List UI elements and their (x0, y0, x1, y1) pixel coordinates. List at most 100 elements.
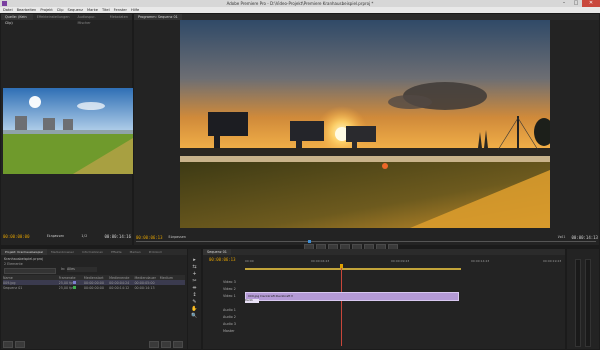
source-timecode-duration: 00:00:14:16 (104, 233, 131, 239)
project-table-header: Name Framerate Medienstart Medienende Me… (3, 275, 185, 280)
col-name[interactable]: Name (3, 276, 59, 280)
search-scope-select[interactable]: Alles (67, 267, 97, 272)
table-row[interactable]: Sequenz 01 25,00 fps 00:00:00:00 00:00:1… (3, 285, 185, 290)
tab-media-browser[interactable]: Medienbrowser (47, 249, 78, 255)
track-audio-3[interactable]: Audio 3 (203, 321, 236, 327)
menu-clip[interactable]: Clip (57, 8, 64, 12)
program-timecode-duration: 00:00:14:13 (571, 234, 598, 240)
row-end: 00:00:14:12 (109, 285, 130, 290)
track-video-1[interactable]: Video 1 (203, 293, 236, 299)
selection-tool-icon[interactable]: ▸ (193, 257, 196, 264)
tab-source[interactable]: Quelle: (Kein Clip) (1, 14, 33, 25)
razor-tool-icon[interactable]: ✂ (192, 278, 196, 285)
menu-sequence[interactable]: Sequenz (68, 8, 83, 12)
timeline-timecode[interactable]: 00:00:06:13 (209, 257, 236, 262)
menu-file[interactable]: Datei (3, 8, 13, 12)
new-bin-button[interactable] (149, 340, 159, 348)
col-media-start[interactable]: Medienstart (84, 276, 109, 280)
menu-edit[interactable]: Bearbeiten (17, 8, 37, 12)
hand-tool-icon[interactable]: ✋ (191, 306, 197, 313)
project-filename: Kranhausbeispiel.prproj (4, 257, 44, 261)
ruler-tick-label: 00:00:19:23 (543, 259, 562, 263)
icon-view-button[interactable] (15, 340, 25, 348)
program-preview-image (180, 20, 550, 228)
row-rate: 25,00 fps (58, 280, 75, 285)
tab-sequence-01[interactable]: Sequenz 01 (203, 249, 231, 255)
tab-history[interactable]: Protokoll (145, 249, 166, 255)
menu-project[interactable]: Projekt (40, 8, 52, 12)
program-timecode-bar: 00:00:06:13 Einpassen Voll 00:00:14:13 (136, 234, 598, 240)
menu-title[interactable]: Titel (102, 8, 110, 12)
list-view-button[interactable] (3, 340, 13, 348)
ruler-tick-label: 00:00:14:23 (471, 259, 490, 263)
tab-audio-mixer[interactable]: Audiospur-Mischer (73, 14, 105, 25)
audio-meter-left (575, 259, 581, 347)
row-name: 009.jpg (3, 280, 16, 285)
tab-effect-controls[interactable]: Effekteinstellungen (33, 14, 74, 20)
program-resolution-select[interactable]: Voll (558, 235, 566, 239)
track-master[interactable]: Master (203, 328, 235, 334)
pen-tool-icon[interactable]: ✎ (192, 299, 196, 306)
source-fit-select[interactable]: Einpassen (47, 234, 64, 238)
clip-label-color (73, 281, 76, 284)
project-search-input[interactable] (4, 268, 56, 274)
table-row[interactable]: 009.jpg 25,00 fps 00:00:00:00 00:00:04:2… (3, 280, 185, 285)
menu-help[interactable]: Hilfe (131, 8, 139, 12)
row-rate: 25,00 fps (58, 285, 75, 290)
close-button[interactable]: ✕ (582, 0, 600, 7)
playhead-line (341, 268, 342, 346)
tab-metadata[interactable]: Metadaten (106, 14, 132, 20)
track-select-tool-icon[interactable]: ⇆ (192, 264, 196, 271)
program-playhead[interactable] (308, 240, 311, 243)
project-panel: Projekt: Kranhausbeispiel Medienbrowser … (1, 249, 187, 349)
col-media-end[interactable]: Medienende (109, 276, 134, 280)
row-start: 00:00:00:00 (83, 285, 105, 290)
tab-project[interactable]: Projekt: Kranhausbeispiel (1, 249, 48, 255)
source-resolution-select[interactable]: 1/2 (81, 234, 87, 238)
track-video-3[interactable]: Video 3 (203, 279, 236, 285)
work-area-bar[interactable] (245, 268, 461, 270)
zoom-tool-icon[interactable]: 🔍 (191, 313, 197, 320)
menu-marker[interactable]: Marke (87, 8, 98, 12)
audio-meter-right (585, 259, 591, 347)
menu-window[interactable]: Fenster (114, 8, 127, 12)
track-audio-2[interactable]: Audio 2 (203, 314, 236, 320)
program-fit-select[interactable]: Einpassen (169, 235, 186, 239)
track-video-2[interactable]: Video 2 (203, 286, 236, 292)
window-title: Adobe Premiere Pro - D:\Video-Projekt\Pr… (226, 1, 374, 6)
track-audio-1[interactable]: Audio 1 (203, 307, 236, 313)
project-bottom-toolbar (3, 340, 185, 348)
ruler-tick-label: 00:00 (245, 259, 254, 263)
source-preview-image (3, 88, 133, 174)
slip-tool-icon[interactable]: ⇹ (192, 285, 196, 292)
tab-info[interactable]: Informationen (78, 249, 107, 255)
new-item-button[interactable] (161, 340, 171, 348)
search-scope-label: In: (61, 267, 66, 271)
slide-tool-icon[interactable]: ↕ (192, 292, 196, 299)
maximize-button[interactable]: □ (570, 0, 582, 7)
tab-markers[interactable]: Marken (126, 249, 145, 255)
delete-button[interactable] (173, 340, 183, 348)
project-panel-tabs: Projekt: Kranhausbeispiel Medienbrowser … (1, 249, 187, 255)
tab-effects[interactable]: Effekte (107, 249, 126, 255)
ripple-edit-tool-icon[interactable]: + (192, 271, 196, 278)
time-ruler[interactable]: 00:00 00:00:04:23 00:00:09:23 00:00:14:2… (243, 259, 563, 264)
col-media[interactable]: Medium (160, 276, 185, 280)
minimize-button[interactable]: – (558, 0, 570, 7)
program-monitor-panel: Programm: Sequenz 01 00:00:06:13 Einpass… (134, 14, 599, 251)
video-clip-009[interactable]: 009.jpg Deckkraft:Deckkraft ▾ (245, 292, 459, 301)
col-media-duration[interactable]: Mediendauer (134, 276, 159, 280)
source-timecode-current[interactable]: 00:00:00:00 (3, 234, 30, 239)
row-name: Sequenz 01 (3, 285, 23, 290)
audio-meters-panel (567, 249, 599, 349)
row-start: 00:00:00:00 (83, 280, 105, 285)
program-timecode-current[interactable]: 00:00:06:13 (136, 235, 163, 240)
tab-program[interactable]: Programm: Sequenz 01 (134, 14, 182, 20)
tools-panel: ▸ ⇆ + ✂ ⇹ ↕ ✎ ✋ 🔍 (188, 249, 201, 349)
ruler-tick-label: 00:00:04:23 (311, 259, 330, 263)
row-duration: 00:00:05:00 (134, 280, 155, 285)
col-framerate[interactable]: Framerate (59, 276, 84, 280)
project-table: Name Framerate Medienstart Medienende Me… (3, 275, 185, 290)
program-scrub-bar[interactable] (136, 241, 596, 242)
source-timecode-bar: 00:00:00:00 Einpassen 1/2 00:00:14:16 (3, 233, 131, 239)
